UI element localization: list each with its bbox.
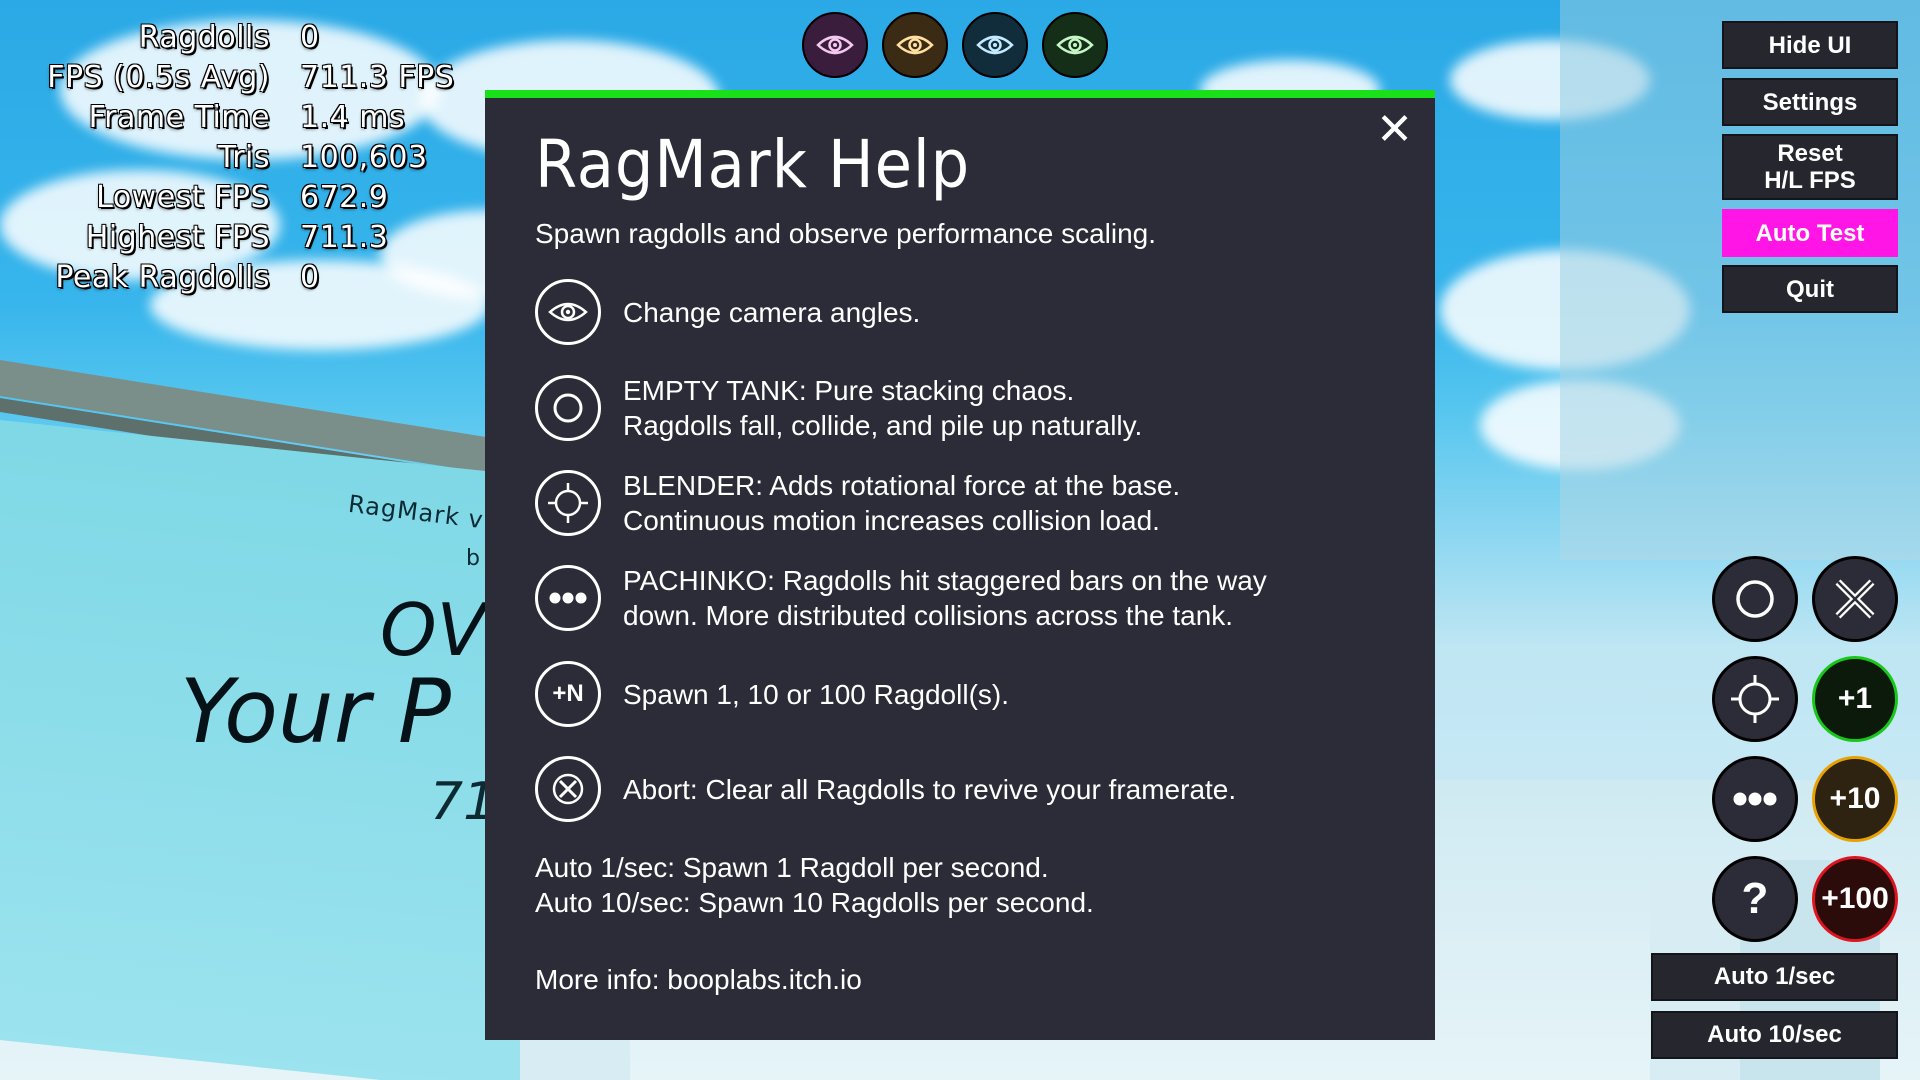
auto-test-button[interactable]: Auto Test xyxy=(1722,209,1898,257)
stat-label: Lowest FPS xyxy=(96,180,270,215)
stat-label: Frame Time xyxy=(88,100,270,135)
auto-10-sec-button[interactable]: Auto 10/sec xyxy=(1651,1011,1898,1059)
abort-button[interactable] xyxy=(1812,556,1898,642)
blender-button[interactable] xyxy=(1712,656,1798,742)
dots-icon xyxy=(535,565,601,631)
help-text: EMPTY TANK: Pure stacking chaos. Ragdoll… xyxy=(623,373,1142,443)
stat-label: Ragdolls xyxy=(138,20,270,55)
help-text-content: EMPTY TANK: Pure stacking chaos. Ragdoll… xyxy=(623,375,1143,441)
eye-icon xyxy=(816,35,854,55)
stat-value: 0 xyxy=(300,20,320,55)
spawn-10-button[interactable]: +10 xyxy=(1812,756,1898,842)
reset-hl-fps-button[interactable]: Reset H/L FPS xyxy=(1722,134,1898,200)
hide-ui-button[interactable]: Hide UI xyxy=(1722,21,1898,69)
quit-button[interactable]: Quit xyxy=(1722,265,1898,313)
camera-button-3[interactable] xyxy=(962,12,1028,78)
help-text: Abort: Clear all Ragdolls to revive your… xyxy=(623,773,1237,805)
x-icon xyxy=(1835,579,1875,619)
auto1-description: Auto 1/sec: Spawn 1 Ragdoll per second. xyxy=(535,852,1049,883)
help-text: PACHINKO: Ragdolls hit staggered bars on… xyxy=(623,563,1267,633)
help-text: BLENDER: Adds rotational force at the ba… xyxy=(623,468,1180,538)
stat-value: 711.3 FPS xyxy=(300,60,455,95)
help-item-abort: Abort: Clear all Ragdolls to revive your… xyxy=(535,753,1395,825)
help-item-blender: BLENDER: Adds rotational force at the ba… xyxy=(535,467,1395,539)
help-item-pachinko: PACHINKO: Ragdolls hit staggered bars on… xyxy=(535,562,1395,634)
spawn-1-button[interactable]: +1 xyxy=(1812,656,1898,742)
help-title: RagMark Help xyxy=(535,126,971,203)
help-subtitle: Spawn ragdolls and observe performance s… xyxy=(535,218,1157,249)
help-text-content: PACHINKO: Ragdolls hit staggered bars on… xyxy=(623,565,1267,631)
eye-icon xyxy=(896,35,934,55)
help-text: Spawn 1, 10 or 100 Ragdoll(s). xyxy=(623,678,1009,710)
settings-button[interactable]: Settings xyxy=(1722,78,1898,126)
help-panel: ✕ RagMark Help Spawn ragdolls and observ… xyxy=(485,90,1435,1040)
help-item-empty-tank: EMPTY TANK: Pure stacking chaos. Ragdoll… xyxy=(535,372,1395,444)
crosshair-icon xyxy=(535,470,601,536)
circle-icon xyxy=(535,375,601,441)
crosshair-icon xyxy=(1731,675,1779,723)
plus-n-label: +N xyxy=(552,680,584,707)
stat-value: 1.4 ms xyxy=(300,100,406,135)
stat-value: 0 xyxy=(300,260,320,295)
help-text-content: BLENDER: Adds rotational force at the ba… xyxy=(623,470,1181,536)
stat-value: 672.9 xyxy=(300,180,389,215)
stat-label: Tris xyxy=(217,140,270,175)
pachinko-button[interactable] xyxy=(1712,756,1798,842)
help-item-spawn: +N Spawn 1, 10 or 100 Ragdoll(s). xyxy=(535,658,1395,730)
eye-icon xyxy=(976,35,1014,55)
eye-icon xyxy=(535,279,601,345)
camera-buttons xyxy=(802,12,1108,78)
auto10-description: Auto 10/sec: Spawn 10 Ragdolls per secon… xyxy=(535,887,1094,918)
more-info: More info: booplabs.itch.io xyxy=(535,964,862,995)
stat-label: Highest FPS xyxy=(85,220,270,255)
x-circle-icon xyxy=(535,756,601,822)
help-item-camera: Change camera angles. xyxy=(535,276,1395,348)
reset-label: H/L FPS xyxy=(1764,167,1856,194)
sign-text: Your P xyxy=(180,660,451,763)
stat-value: 100,603 xyxy=(300,140,428,175)
close-button[interactable]: ✕ xyxy=(1376,108,1413,152)
stat-value: 711.3 xyxy=(300,220,389,255)
camera-button-4[interactable] xyxy=(1042,12,1108,78)
stat-label: Peak Ragdolls xyxy=(55,260,270,295)
reset-label: Reset xyxy=(1777,140,1843,167)
help-button[interactable]: ? xyxy=(1712,856,1798,942)
empty-tank-button[interactable] xyxy=(1712,556,1798,642)
plus-n-icon: +N xyxy=(535,661,601,727)
camera-button-2[interactable] xyxy=(882,12,948,78)
help-text: Change camera angles. xyxy=(623,296,921,328)
dots-icon xyxy=(1733,792,1777,806)
camera-button-1[interactable] xyxy=(802,12,868,78)
circle-icon xyxy=(1736,580,1774,618)
spawn-100-button[interactable]: +100 xyxy=(1812,856,1898,942)
auto-1-sec-button[interactable]: Auto 1/sec xyxy=(1651,953,1898,1001)
stat-label: FPS (0.5s Avg) xyxy=(47,60,270,95)
eye-icon xyxy=(1056,35,1094,55)
sign-text: b xyxy=(466,546,480,571)
